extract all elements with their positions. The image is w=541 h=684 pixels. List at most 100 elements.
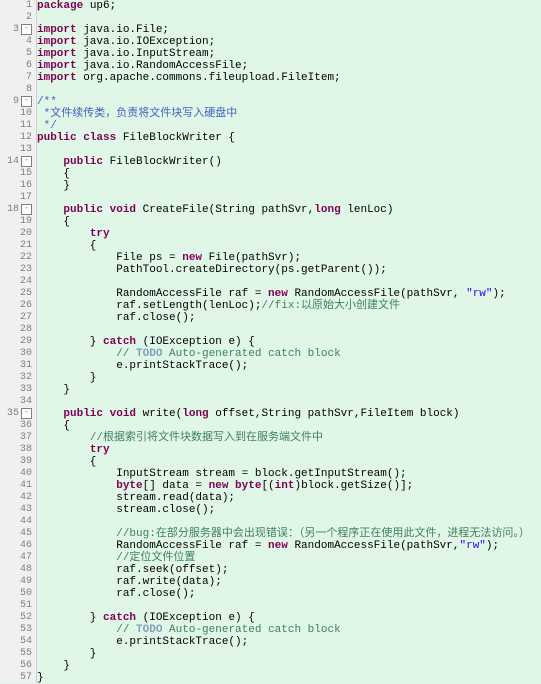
line-number: 4 bbox=[0, 36, 32, 48]
line-number: 41 bbox=[0, 480, 32, 492]
code-line[interactable]: import java.io.IOException; bbox=[37, 36, 541, 48]
code-line[interactable]: import java.io.InputStream; bbox=[37, 48, 541, 60]
code-line[interactable]: */ bbox=[37, 120, 541, 132]
code-line[interactable]: e.printStackTrace(); bbox=[37, 636, 541, 648]
line-number: 45 bbox=[0, 528, 32, 540]
code-line[interactable]: import java.io.RandomAccessFile; bbox=[37, 60, 541, 72]
code-line[interactable] bbox=[37, 276, 541, 288]
code-line[interactable]: InputStream stream = block.getInputStrea… bbox=[37, 468, 541, 480]
code-line[interactable]: } bbox=[37, 672, 541, 683]
fold-icon[interactable]: - bbox=[21, 204, 32, 215]
code-line[interactable]: raf.setLength(lenLoc);//fix:以原始大小创建文件 bbox=[37, 300, 541, 312]
line-number: 23 bbox=[0, 264, 32, 276]
line-number-gutter: 123-456789-1011121314-15161718-192021222… bbox=[0, 0, 37, 683]
code-line[interactable]: { bbox=[37, 216, 541, 228]
code-line[interactable]: PathTool.createDirectory(ps.getParent())… bbox=[37, 264, 541, 276]
code-line[interactable]: try bbox=[37, 228, 541, 240]
line-number: 30 bbox=[0, 348, 32, 360]
code-line[interactable]: // TODO Auto-generated catch block bbox=[37, 348, 541, 360]
line-number: 31 bbox=[0, 360, 32, 372]
line-number: 51 bbox=[0, 600, 32, 612]
line-number: 53 bbox=[0, 624, 32, 636]
code-line[interactable] bbox=[37, 144, 541, 156]
code-line[interactable] bbox=[37, 600, 541, 612]
code-line[interactable] bbox=[37, 12, 541, 24]
code-line[interactable]: package up6; bbox=[37, 0, 541, 12]
line-number: 44 bbox=[0, 516, 32, 528]
code-line[interactable]: } bbox=[37, 384, 541, 396]
code-line[interactable]: raf.seek(offset); bbox=[37, 564, 541, 576]
line-number: 5 bbox=[0, 48, 32, 60]
line-number: 12 bbox=[0, 132, 32, 144]
line-number: 8 bbox=[0, 84, 32, 96]
line-number: 36 bbox=[0, 420, 32, 432]
code-line[interactable]: { bbox=[37, 456, 541, 468]
code-line[interactable]: { bbox=[37, 168, 541, 180]
fold-icon[interactable]: - bbox=[21, 408, 32, 419]
line-number: 40 bbox=[0, 468, 32, 480]
fold-icon[interactable]: - bbox=[21, 24, 32, 35]
code-line[interactable] bbox=[37, 324, 541, 336]
code-line[interactable]: } bbox=[37, 648, 541, 660]
code-line[interactable]: { bbox=[37, 240, 541, 252]
line-number: 3- bbox=[0, 24, 32, 36]
code-line[interactable]: //bug:在部分服务器中会出现错误：（另一个程序正在使用此文件，进程无法访问。… bbox=[37, 528, 541, 540]
code-line[interactable]: //根据索引将文件块数据写入到在服务端文件中 bbox=[37, 432, 541, 444]
code-line[interactable]: raf.close(); bbox=[37, 312, 541, 324]
code-line[interactable]: } catch (IOException e) { bbox=[37, 336, 541, 348]
code-line[interactable]: } bbox=[37, 660, 541, 672]
line-number: 1 bbox=[0, 0, 32, 12]
code-line[interactable]: *文件续传类，负责将文件块写入硬盘中 bbox=[37, 108, 541, 120]
code-line[interactable]: public class FileBlockWriter { bbox=[37, 132, 541, 144]
code-line[interactable]: public FileBlockWriter() bbox=[37, 156, 541, 168]
line-number: 37 bbox=[0, 432, 32, 444]
code-line[interactable]: } bbox=[37, 180, 541, 192]
code-line[interactable]: } bbox=[37, 372, 541, 384]
code-line[interactable]: public void CreateFile(String pathSvr,lo… bbox=[37, 204, 541, 216]
code-line[interactable]: File ps = new File(pathSvr); bbox=[37, 252, 541, 264]
code-line[interactable]: //定位文件位置 bbox=[37, 552, 541, 564]
code-line[interactable]: try bbox=[37, 444, 541, 456]
code-line[interactable] bbox=[37, 84, 541, 96]
code-line[interactable]: import org.apache.commons.fileupload.Fil… bbox=[37, 72, 541, 84]
code-line[interactable] bbox=[37, 396, 541, 408]
line-number: 42 bbox=[0, 492, 32, 504]
code-line[interactable]: { bbox=[37, 420, 541, 432]
line-number: 17 bbox=[0, 192, 32, 204]
line-number: 16 bbox=[0, 180, 32, 192]
code-line[interactable]: raf.close(); bbox=[37, 588, 541, 600]
code-line[interactable]: } catch (IOException e) { bbox=[37, 612, 541, 624]
line-number: 11 bbox=[0, 120, 32, 132]
fold-icon[interactable]: - bbox=[21, 96, 32, 107]
code-line[interactable]: stream.read(data); bbox=[37, 492, 541, 504]
line-number: 24 bbox=[0, 276, 32, 288]
line-number: 19 bbox=[0, 216, 32, 228]
line-number: 43 bbox=[0, 504, 32, 516]
line-number: 33 bbox=[0, 384, 32, 396]
line-number: 7 bbox=[0, 72, 32, 84]
line-number: 27 bbox=[0, 312, 32, 324]
code-line[interactable]: import java.io.File; bbox=[37, 24, 541, 36]
code-line[interactable]: // TODO Auto-generated catch block bbox=[37, 624, 541, 636]
code-line[interactable] bbox=[37, 192, 541, 204]
line-number: 2 bbox=[0, 12, 32, 24]
line-number: 10 bbox=[0, 108, 32, 120]
code-line[interactable] bbox=[37, 516, 541, 528]
code-editor[interactable]: package up6;import java.io.File;import j… bbox=[37, 0, 541, 683]
line-number: 47 bbox=[0, 552, 32, 564]
code-line[interactable]: public void write(long offset,String pat… bbox=[37, 408, 541, 420]
line-number: 20 bbox=[0, 228, 32, 240]
line-number: 34 bbox=[0, 396, 32, 408]
line-number: 26 bbox=[0, 300, 32, 312]
code-line[interactable]: stream.close(); bbox=[37, 504, 541, 516]
fold-icon[interactable]: - bbox=[21, 156, 32, 167]
code-line[interactable]: /** bbox=[37, 96, 541, 108]
code-line[interactable]: raf.write(data); bbox=[37, 576, 541, 588]
code-line[interactable]: RandomAccessFile raf = new RandomAccessF… bbox=[37, 288, 541, 300]
code-line[interactable]: byte[] data = new byte[(int)block.getSiz… bbox=[37, 480, 541, 492]
line-number: 55 bbox=[0, 648, 32, 660]
line-number: 32 bbox=[0, 372, 32, 384]
code-line[interactable]: RandomAccessFile raf = new RandomAccessF… bbox=[37, 540, 541, 552]
line-number: 52 bbox=[0, 612, 32, 624]
code-line[interactable]: e.printStackTrace(); bbox=[37, 360, 541, 372]
